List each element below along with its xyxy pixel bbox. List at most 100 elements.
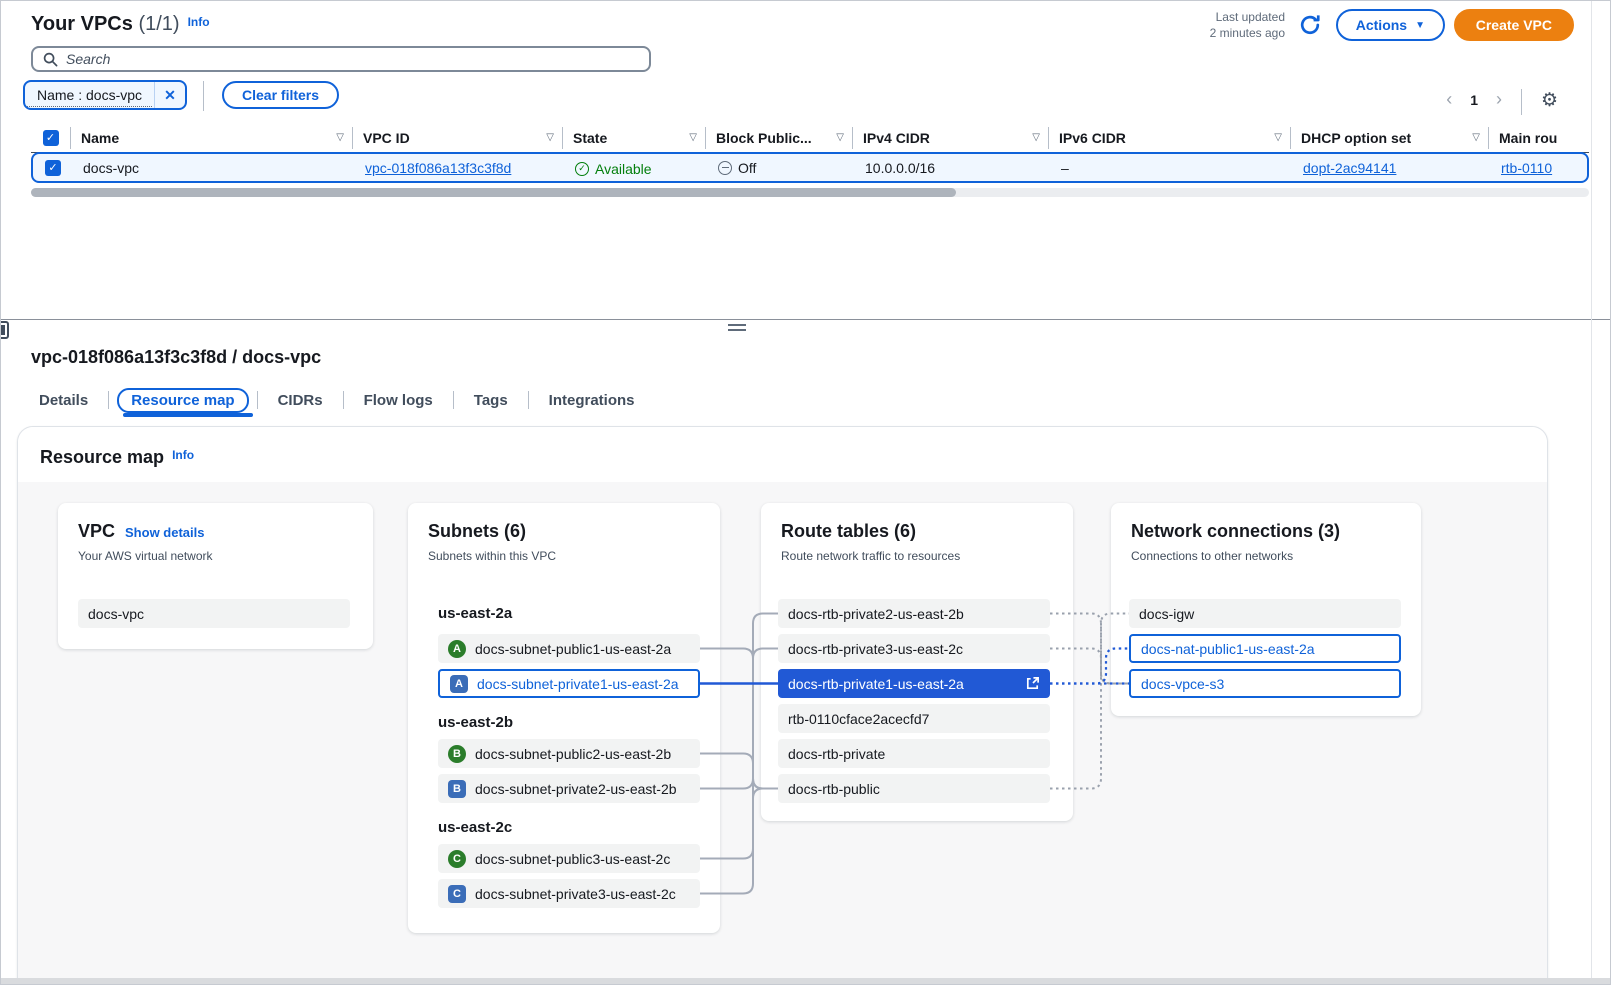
check-circle-icon: ✓ — [575, 162, 589, 176]
subnets-card-subtitle: Subnets within this VPC — [428, 549, 700, 563]
external-link-icon[interactable] — [1025, 676, 1040, 691]
network-connections-card-title: Network connections (3) — [1131, 521, 1340, 541]
network-connection-item[interactable]: docs-igw — [1129, 599, 1401, 628]
column-filter-icon[interactable]: ▽ — [1024, 132, 1048, 143]
column-filter-icon[interactable]: ▽ — [1464, 132, 1488, 143]
actions-button[interactable]: Actions ▼ — [1336, 9, 1445, 41]
az-b-private-badge: B — [448, 780, 466, 798]
page-header: Your VPCs (1/1) Info — [31, 13, 210, 36]
route-table-item[interactable]: rtb-0110cface2acecfd7 — [778, 704, 1050, 733]
subnet-item[interactable]: B docs-subnet-private2-us-east-2b — [438, 774, 700, 803]
subnets-card-title: Subnets (6) — [428, 521, 526, 541]
create-vpc-button[interactable]: Create VPC — [1454, 9, 1574, 41]
az-heading: us-east-2c — [438, 819, 512, 836]
window-horizontal-scrollbar[interactable] — [1, 978, 1611, 985]
page-title: Your VPCs (1/1) — [31, 13, 180, 35]
network-connection-item-highlighted[interactable]: docs-nat-public1-us-east-2a — [1129, 634, 1401, 663]
column-filter-icon[interactable]: ▽ — [1266, 132, 1290, 143]
show-details-link[interactable]: Show details — [125, 525, 204, 540]
vpc-card-subtitle: Your AWS virtual network — [78, 549, 353, 563]
tab-resource-map[interactable]: Resource map — [117, 388, 248, 413]
vpc-card: VPC Show details Your AWS virtual network… — [58, 503, 373, 649]
row-checkbox[interactable]: ✓ — [45, 160, 61, 176]
az-c-private-badge: C — [448, 885, 466, 903]
search-icon — [43, 52, 58, 67]
split-panel-title: vpc-018f086a13f3c3f8d / docs-vpc — [31, 347, 321, 368]
route-table-item[interactable]: docs-rtb-private — [778, 739, 1050, 768]
az-heading: us-east-2a — [438, 605, 512, 622]
table-horizontal-scrollbar[interactable] — [31, 188, 1589, 197]
table-header: ✓ Name▽ VPC ID▽ State▽ Block Public...▽ … — [31, 123, 1589, 153]
block-public-access-value: Off — [738, 160, 756, 176]
search-box — [31, 46, 651, 72]
refresh-button[interactable] — [1295, 10, 1325, 40]
search-input[interactable] — [66, 51, 639, 67]
current-page[interactable]: 1 — [1464, 92, 1484, 108]
column-filter-icon[interactable]: ▽ — [828, 132, 852, 143]
dhcp-option-set-link[interactable]: dopt-2ac94141 — [1303, 160, 1396, 176]
network-connections-card-subtitle: Connections to other networks — [1131, 549, 1401, 563]
network-connection-item-highlighted[interactable]: docs-vpce-s3 — [1129, 669, 1401, 698]
column-filter-icon[interactable]: ▽ — [328, 132, 352, 143]
clear-filters-button[interactable]: Clear filters — [222, 81, 339, 109]
tab-cidrs[interactable]: CIDRs — [258, 392, 343, 409]
resource-map-title: Resource map — [40, 447, 164, 467]
subnet-item[interactable]: A docs-subnet-public1-us-east-2a — [438, 634, 700, 663]
route-tables-card-subtitle: Route network traffic to resources — [781, 549, 1053, 563]
cell-name: docs-vpc — [73, 160, 355, 176]
refresh-icon — [1298, 13, 1322, 37]
tab-tags[interactable]: Tags — [454, 392, 528, 409]
main-route-table-link[interactable]: rtb-0110 — [1501, 160, 1552, 176]
az-heading: us-east-2b — [438, 714, 513, 731]
az-c-public-badge: C — [448, 850, 466, 868]
subnet-item[interactable]: C docs-subnet-private3-us-east-2c — [438, 879, 700, 908]
az-a-private-badge: A — [450, 675, 468, 693]
filter-token-label: Name : docs-vpc — [27, 84, 152, 107]
gear-icon: ⚙ — [1541, 90, 1558, 111]
route-table-item[interactable]: docs-rtb-public — [778, 774, 1050, 803]
filter-token-dismiss-button[interactable]: ✕ — [155, 80, 185, 110]
scrollbar-thumb[interactable] — [31, 188, 956, 197]
select-all-checkbox[interactable]: ✓ — [43, 130, 59, 146]
route-table-item-selected[interactable]: docs-rtb-private1-us-east-2a — [778, 669, 1050, 698]
route-tables-card-title: Route tables (6) — [781, 521, 916, 541]
subnet-item[interactable]: B docs-subnet-public2-us-east-2b — [438, 739, 700, 768]
table-row[interactable]: ✓ docs-vpc vpc-018f086a13f3c3f8d ✓ Avail… — [31, 152, 1589, 183]
route-tables-card: Route tables (6) Route network traffic t… — [761, 503, 1073, 821]
route-table-item[interactable]: docs-rtb-private3-us-east-2c — [778, 634, 1050, 663]
previous-page-button[interactable]: ‹ — [1438, 89, 1460, 110]
az-a-public-badge: A — [448, 640, 466, 658]
divider — [203, 81, 204, 111]
split-panel-fullscreen-icon[interactable] — [0, 321, 9, 339]
info-link[interactable]: Info — [172, 448, 194, 462]
cell-ipv4-cidr: 10.0.0.0/16 — [855, 160, 1051, 176]
active-tab-underline — [123, 413, 253, 417]
table-settings-button[interactable]: ⚙ — [1541, 89, 1558, 112]
pagination: ‹ 1 › — [1438, 89, 1510, 110]
last-updated: Last updated 2 minutes ago — [1210, 9, 1285, 41]
tab-flow-logs[interactable]: Flow logs — [344, 392, 453, 409]
route-table-item[interactable]: docs-rtb-private2-us-east-2b — [778, 599, 1050, 628]
split-panel-drag-handle[interactable] — [728, 324, 746, 331]
subnet-item[interactable]: C docs-subnet-public3-us-east-2c — [438, 844, 700, 873]
chevron-down-icon: ▼ — [1415, 20, 1425, 31]
info-link[interactable]: Info — [188, 15, 210, 29]
cell-ipv6-cidr: – — [1051, 160, 1293, 176]
az-b-public-badge: B — [448, 745, 466, 763]
split-panel-divider — [1, 319, 1611, 320]
tab-integrations[interactable]: Integrations — [529, 392, 655, 409]
vpc-item[interactable]: docs-vpc — [78, 599, 350, 628]
vpc-id-link[interactable]: vpc-018f086a13f3c3f8d — [365, 160, 511, 176]
tab-details[interactable]: Details — [31, 392, 108, 409]
window-scrollbar-track — [1591, 1, 1592, 985]
vpc-console-page: Your VPCs (1/1) Info Last updated 2 minut… — [0, 0, 1611, 985]
column-filter-icon[interactable]: ▽ — [681, 132, 705, 143]
filter-token: Name : docs-vpc ✕ — [23, 80, 187, 110]
column-filter-icon[interactable]: ▽ — [538, 132, 562, 143]
next-page-button[interactable]: › — [1488, 89, 1510, 110]
subnets-card: Subnets (6) Subnets within this VPC us-e… — [408, 503, 720, 933]
divider — [1521, 89, 1522, 115]
subnet-item-selected[interactable]: A docs-subnet-private1-us-east-2a — [438, 669, 700, 698]
state-available: ✓ Available — [575, 161, 652, 177]
vpc-card-title: VPC — [78, 521, 115, 541]
